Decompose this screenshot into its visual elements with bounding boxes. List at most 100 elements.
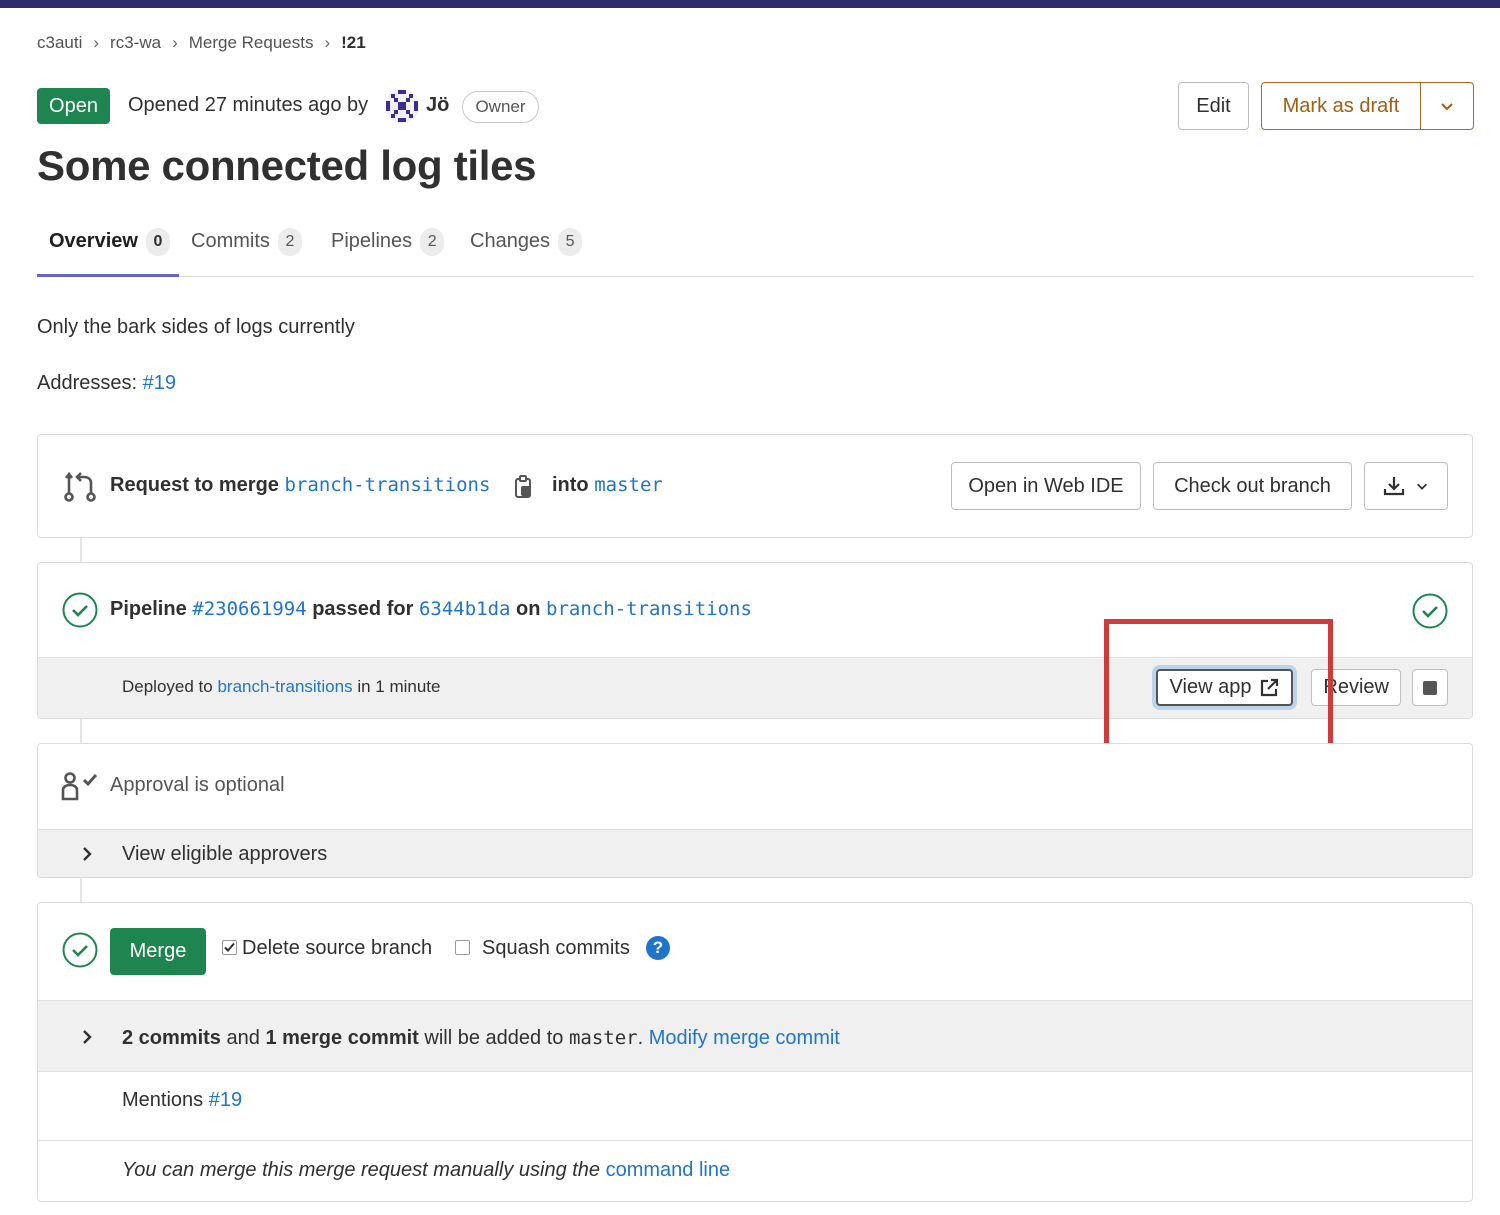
status-success-icon: [62, 932, 98, 968]
view-eligible-approvers-link[interactable]: View eligible approvers: [122, 843, 327, 866]
command-line-link[interactable]: command line: [606, 1159, 731, 1181]
breadcrumb-item-project[interactable]: rc3-wa: [110, 33, 161, 53]
chevron-right-icon: ›: [93, 33, 100, 52]
into-label: into: [552, 474, 589, 496]
approval-card: Approval is optional View eligible appro…: [37, 743, 1473, 878]
commit-link[interactable]: 6344b1da: [419, 598, 511, 620]
status-success-icon: [62, 592, 98, 628]
manual-merge-text: You can merge this merge request manuall…: [122, 1159, 601, 1181]
chevron-down-icon: [1441, 103, 1453, 111]
copy-icon[interactable]: [513, 475, 535, 499]
chevron-right-icon: ›: [172, 33, 178, 52]
target-line: into master: [552, 474, 663, 497]
divider: [38, 1140, 1472, 1141]
mentions-line: Mentions #19: [122, 1089, 242, 1112]
chevron-right-icon[interactable]: [81, 1029, 93, 1045]
tab-changes[interactable]: Changes 5: [470, 206, 583, 277]
target-branch-link[interactable]: master: [594, 474, 663, 496]
description-text: Only the bark sides of logs currently: [37, 316, 355, 338]
breadcrumb: c3auti › rc3-wa › Merge Requests › !21: [37, 33, 366, 53]
tab-commits[interactable]: Commits 2: [191, 206, 302, 277]
tab-label: Pipelines: [331, 230, 413, 252]
stop-environment-button[interactable]: [1412, 669, 1448, 706]
addresses-label: Addresses:: [37, 372, 138, 394]
mark-as-draft-button[interactable]: Mark as draft: [1261, 82, 1421, 130]
breadcrumb-item-current[interactable]: !21: [341, 33, 366, 53]
deployed-prefix: Deployed to: [122, 677, 213, 696]
commits-summary: 2 commits and 1 merge commit will be add…: [122, 1027, 840, 1050]
tab-label: Commits: [191, 230, 270, 252]
pipeline-prefix: Pipeline: [110, 598, 187, 620]
tab-pipelines[interactable]: Pipelines 2: [331, 206, 445, 277]
merge-info-card: Request to merge branch-transitions into…: [37, 434, 1473, 538]
merge-prefix: Request to merge: [110, 474, 279, 496]
merge-summary: Request to merge branch-transitions: [110, 474, 490, 497]
tab-count: 2: [277, 227, 302, 256]
passed-for-label: passed for: [312, 598, 414, 620]
tab-label: Changes: [470, 230, 551, 252]
period: .: [637, 1027, 644, 1049]
target-branch-name: master: [568, 1027, 638, 1049]
breadcrumb-item-group[interactable]: c3auti: [37, 33, 82, 53]
mentioned-issue-link[interactable]: #19: [209, 1089, 242, 1111]
chevron-right-icon: ›: [324, 33, 331, 52]
tab-count: 0: [145, 227, 170, 256]
source-branch-link[interactable]: branch-transitions: [285, 474, 491, 496]
chevron-down-icon: [1417, 483, 1427, 490]
timeline-connector: [80, 538, 82, 562]
annotation-highlight-box: [1104, 619, 1333, 758]
pipeline-summary: Pipeline #230661994 passed for 6344b1da …: [110, 598, 752, 621]
timeline-connector: [80, 878, 82, 902]
download-icon: [1383, 477, 1405, 496]
download-dropdown[interactable]: [1364, 462, 1448, 510]
more-actions-dropdown[interactable]: [1420, 82, 1474, 130]
squash-commits-label[interactable]: Squash commits: [482, 937, 630, 960]
merge-request-icon: [64, 471, 96, 502]
merge-button[interactable]: Merge: [110, 928, 206, 975]
author-name[interactable]: Jö: [426, 94, 449, 117]
active-tab-indicator: [37, 274, 179, 277]
delete-source-branch-checkbox[interactable]: [222, 940, 237, 955]
open-web-ide-button[interactable]: Open in Web IDE: [951, 462, 1141, 510]
merge-commit-count: 1 merge commit: [265, 1027, 419, 1049]
will-be-added-label: will be added to: [424, 1027, 564, 1049]
pipeline-id-link[interactable]: #230661994: [192, 598, 306, 620]
owner-badge: Owner: [462, 91, 539, 123]
delete-source-branch-label[interactable]: Delete source branch: [242, 937, 432, 960]
addresses-line: Addresses: #19: [37, 372, 176, 395]
modify-merge-commit-link[interactable]: Modify merge commit: [649, 1027, 840, 1049]
tab-count: 2: [420, 227, 445, 256]
tab-label: Overview: [49, 230, 138, 252]
timeline-connector: [80, 719, 82, 743]
mentions-label: Mentions: [122, 1089, 204, 1111]
commits-summary-strip: 2 commits and 1 merge commit will be add…: [38, 1000, 1472, 1072]
deployment-text: Deployed to branch-transitions in 1 minu…: [122, 677, 441, 697]
approval-icon: [61, 772, 98, 801]
avatar[interactable]: [385, 89, 419, 123]
status-badge: Open: [37, 88, 110, 124]
commits-count: 2 commits: [122, 1027, 221, 1049]
tab-overview[interactable]: Overview 0: [49, 206, 170, 277]
pipeline-branch-link[interactable]: branch-transitions: [546, 598, 752, 620]
stop-icon: [1423, 680, 1437, 695]
squash-commits-checkbox[interactable]: [455, 940, 470, 955]
mr-tabs: Overview 0 Commits 2 Pipelines 2 Changes…: [37, 206, 1474, 277]
and-label: and: [226, 1027, 260, 1049]
issue-link[interactable]: #19: [143, 372, 176, 394]
check-out-branch-button[interactable]: Check out branch: [1153, 462, 1352, 510]
opened-text: Opened 27 minutes ago by: [128, 94, 369, 116]
checkmark-icon: [224, 942, 235, 952]
approval-text: Approval is optional: [110, 774, 285, 796]
on-label: on: [516, 598, 541, 620]
help-icon[interactable]: ?: [646, 936, 670, 960]
breadcrumb-item-merge-requests[interactable]: Merge Requests: [189, 33, 314, 53]
environment-link[interactable]: branch-transitions: [217, 677, 352, 696]
approvers-strip: View eligible approvers: [38, 829, 1472, 877]
edit-button[interactable]: Edit: [1178, 82, 1249, 130]
manual-merge-line: You can merge this merge request manuall…: [122, 1159, 730, 1182]
chevron-right-icon[interactable]: [81, 846, 93, 862]
page-title: Some connected log tiles: [37, 142, 537, 189]
top-bar: [0, 0, 1500, 8]
pipeline-status-icon[interactable]: [1412, 593, 1448, 629]
deployed-suffix: in 1 minute: [357, 677, 441, 696]
